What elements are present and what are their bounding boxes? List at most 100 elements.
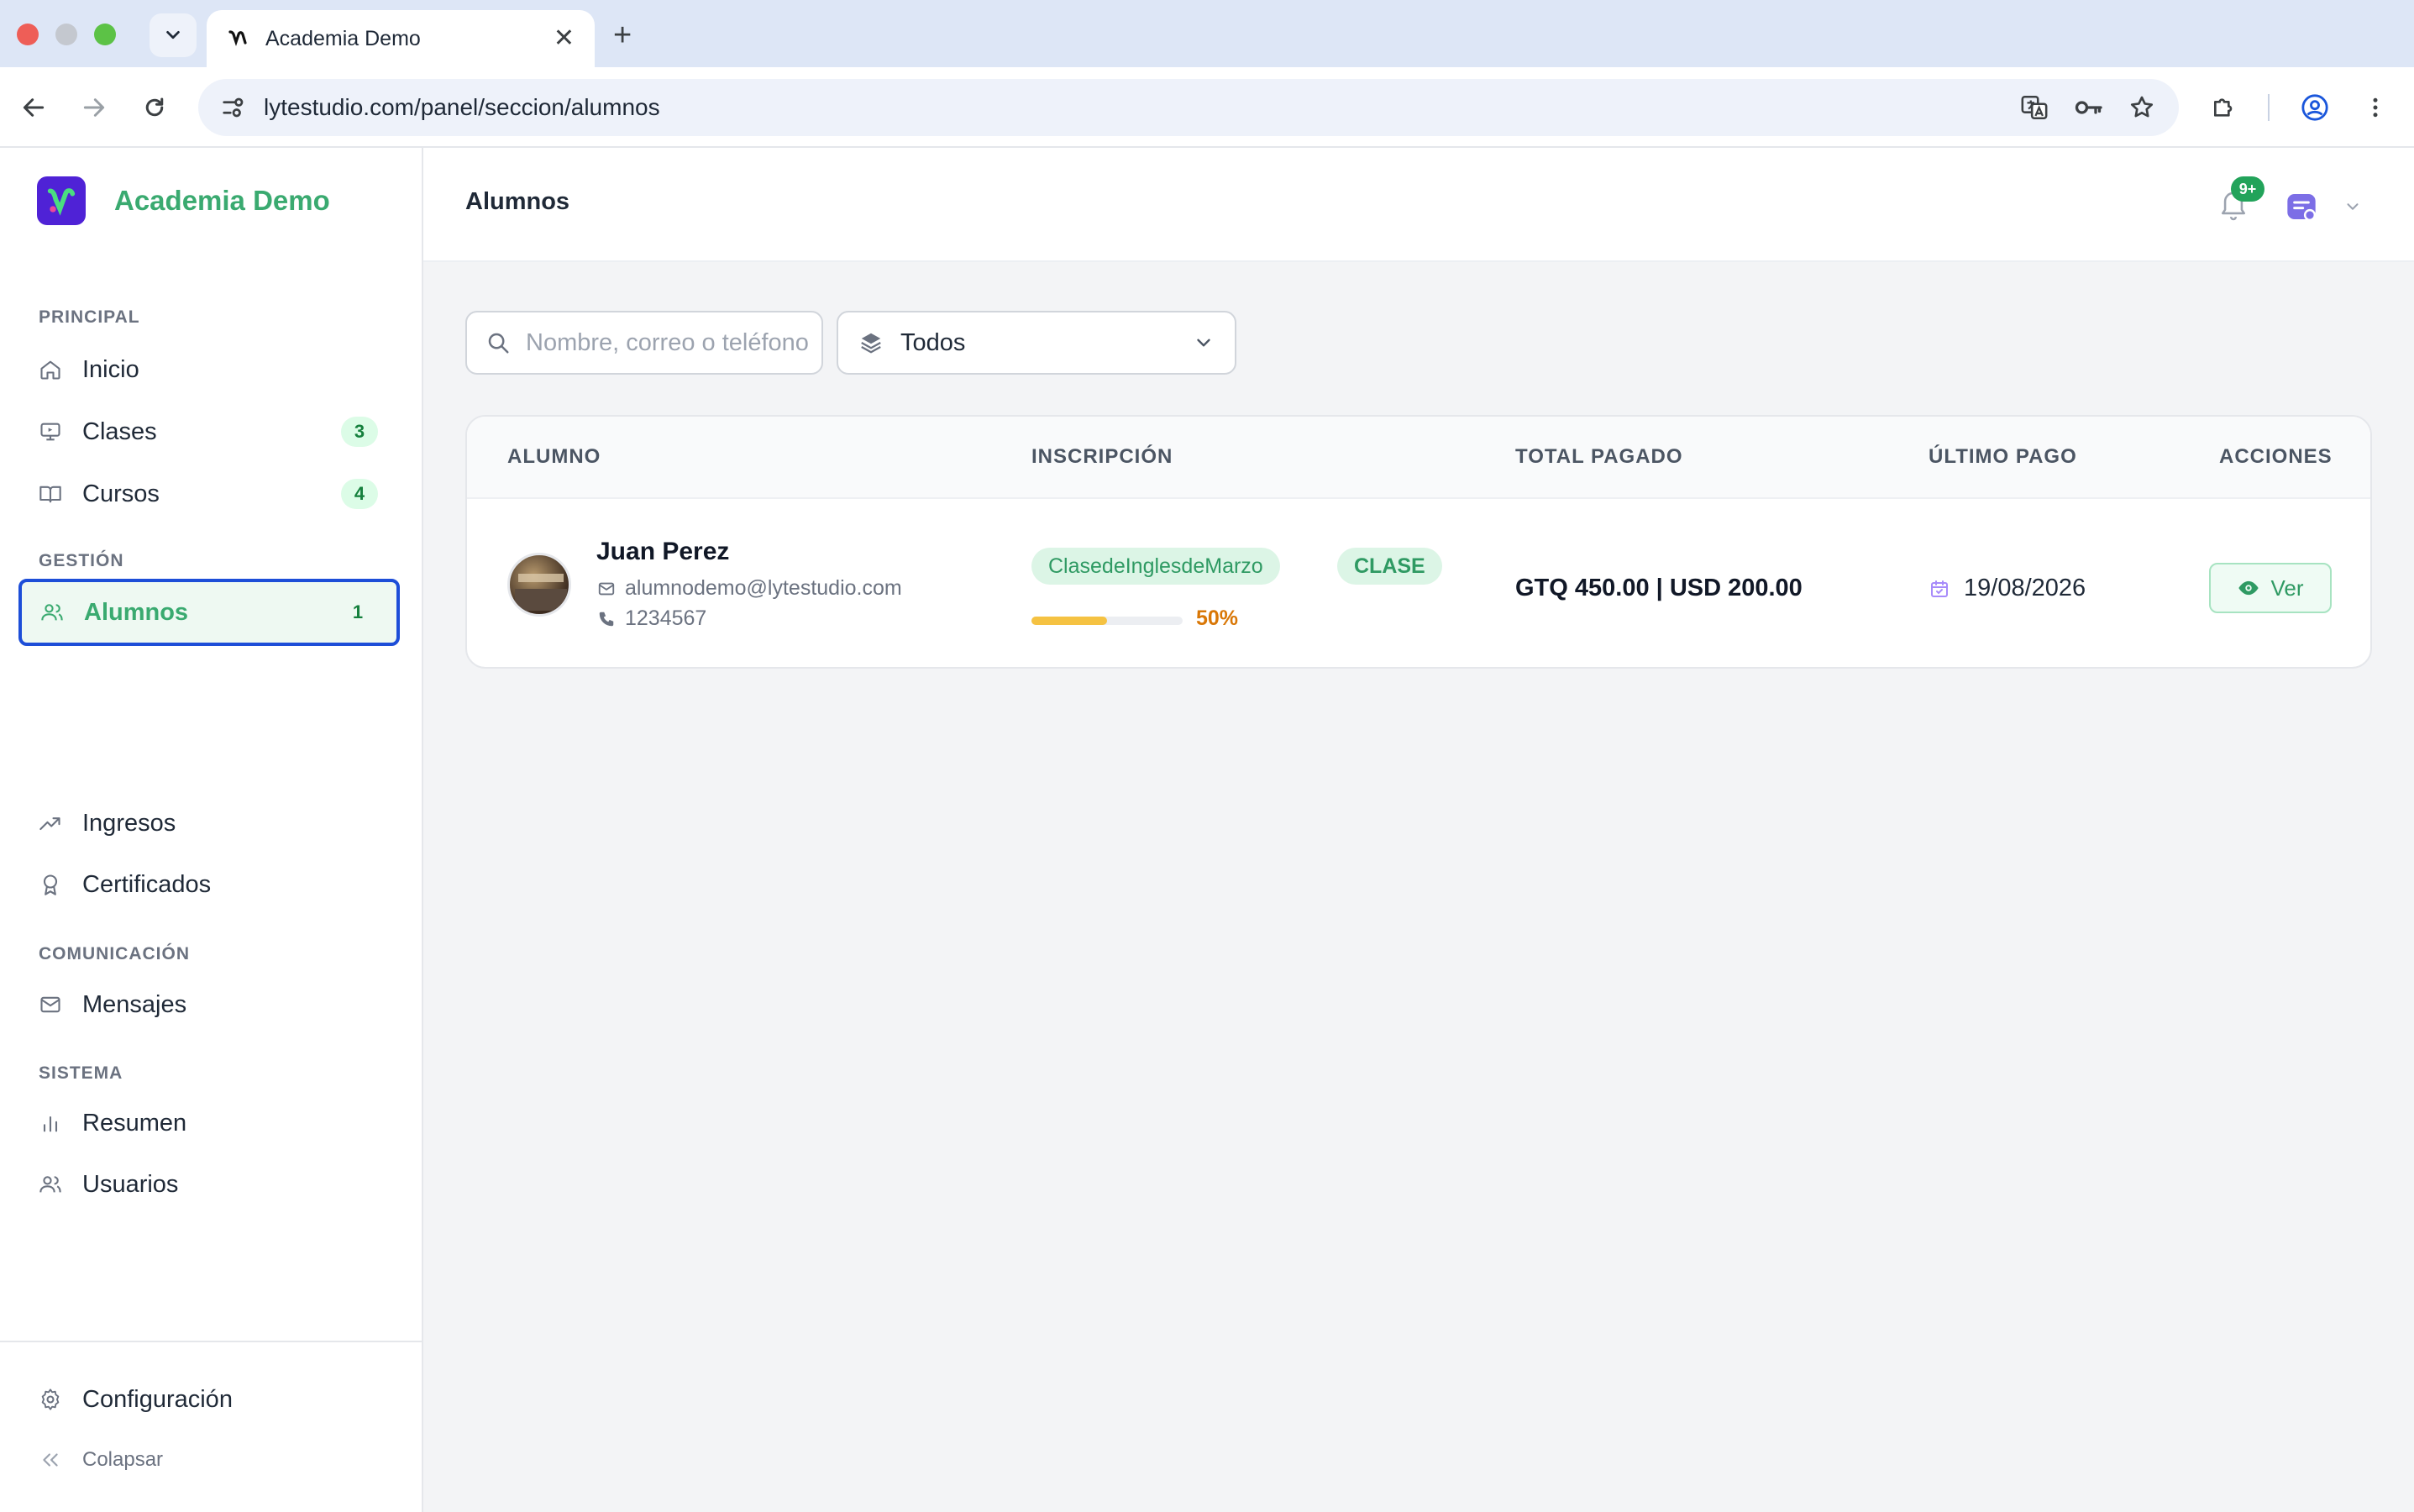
puzzle-icon <box>2214 98 2233 117</box>
chevron-down-icon <box>2347 203 2359 210</box>
sidebar-item-label: Usuarios <box>82 1170 179 1198</box>
close-tab-icon[interactable]: ✕ <box>554 26 575 51</box>
profile-icon <box>2301 94 2328 121</box>
student-name: Juan Perez <box>596 538 730 565</box>
monitor-play-icon <box>37 418 64 445</box>
column-header-inscripcion: INSCRIPCIÓN <box>1031 445 1173 468</box>
translate-icon[interactable] <box>2018 91 2051 124</box>
url-text[interactable]: lytestudio.com/panel/seccion/alumnos <box>264 94 1997 121</box>
chevron-down-icon <box>1197 339 1210 347</box>
sidebar-item-usuarios[interactable]: Usuarios <box>20 1153 398 1215</box>
calendar-check-icon <box>1929 578 1950 600</box>
page-title: Alumnos <box>465 188 570 215</box>
enrollment-chip: ClasedeInglesdeMarzo <box>1031 548 1280 585</box>
column-header-total: TOTAL PAGADO <box>1515 445 1683 468</box>
reload-icon <box>145 97 164 117</box>
reload-button[interactable] <box>138 91 171 124</box>
section-gestion: GESTIÓN <box>39 551 124 570</box>
profile-button[interactable] <box>2298 91 2332 124</box>
search-icon <box>488 333 509 354</box>
student-phone: 1234567 <box>625 606 707 630</box>
sidebar-item-ingresos[interactable]: Ingresos <box>20 792 398 854</box>
search-input[interactable] <box>526 328 811 357</box>
sidebar-item-mensajes[interactable]: Mensajes <box>20 974 398 1036</box>
arrow-right-icon <box>83 98 105 117</box>
top-header: Alumnos 9+ <box>423 148 2414 262</box>
column-header-alumno: ALUMNO <box>507 445 601 468</box>
maximize-window-button[interactable] <box>94 24 116 45</box>
settings-link[interactable]: Configuración <box>20 1368 398 1431</box>
enrollment-type-select[interactable]: Todos <box>837 311 1236 375</box>
chevron-down-icon <box>166 30 180 39</box>
sidebar-item-certificados[interactable]: Certificados <box>20 853 398 916</box>
section-principal: PRINCIPAL <box>39 307 140 327</box>
browser-toolbar: lytestudio.com/panel/seccion/alumnos <box>0 67 2414 148</box>
browser-tab[interactable]: Academia Demo ✕ <box>207 10 595 67</box>
student-email: alumnodemo@lytestudio.com <box>625 576 902 600</box>
notifications-badge: 9+ <box>2231 176 2264 202</box>
back-button[interactable] <box>17 91 50 124</box>
trending-up-icon <box>37 810 64 837</box>
section-comunicacion: COMUNICACIÓN <box>39 944 190 963</box>
gear-icon <box>37 1386 64 1413</box>
column-header-ultimo-pago: ÚLTIMO PAGO <box>1929 445 2077 468</box>
sidebar-item-label: Certificados <box>82 870 212 898</box>
table-row[interactable]: Juan Perez alumnodemo@lytestudio.com 123… <box>467 499 2370 667</box>
sidebar-item-label: Clases <box>82 417 157 445</box>
brand[interactable]: Academia Demo <box>37 176 330 225</box>
phone-icon <box>596 609 617 629</box>
site-favicon-icon <box>227 28 249 50</box>
user-menu-button[interactable] <box>2285 188 2385 225</box>
total-paid: GTQ 450.00 | USD 200.00 <box>1515 575 1803 601</box>
last-payment: 19/08/2026 <box>1929 575 2086 602</box>
count-badge: 3 <box>341 417 378 447</box>
sidebar-item-label: Cursos <box>82 480 160 507</box>
close-window-button[interactable] <box>17 24 39 45</box>
browser-chrome: Academia Demo ✕ + lytestudio.com/panel/s… <box>0 0 2414 148</box>
search-field[interactable] <box>465 311 823 375</box>
minimize-window-button[interactable] <box>55 24 77 45</box>
sidebar-item-cursos[interactable]: Cursos 4 <box>20 463 398 525</box>
view-button-label: Ver <box>2270 575 2304 601</box>
forward-button[interactable] <box>77 91 111 124</box>
sidebar-item-label: Inicio <box>82 355 139 383</box>
browser-menu-button[interactable] <box>2359 91 2392 124</box>
site-settings-icon[interactable] <box>218 92 249 123</box>
password-key-icon[interactable] <box>2071 91 2105 124</box>
layers-icon <box>861 333 881 354</box>
sidebar-item-resumen[interactable]: Resumen <box>20 1092 398 1154</box>
student-email-line: alumnodemo@lytestudio.com <box>596 576 902 601</box>
table-header: ALUMNO INSCRIPCIÓN TOTAL PAGADO ÚLTIMO P… <box>467 417 2370 499</box>
sidebar-item-inicio[interactable]: Inicio <box>20 339 398 401</box>
sidebar: Academia Demo PRINCIPAL Inicio Clases 3 … <box>0 148 423 1512</box>
brand-name: Academia Demo <box>114 185 330 216</box>
mail-icon <box>37 991 64 1018</box>
extensions-button[interactable] <box>2207 91 2241 124</box>
mail-icon <box>596 579 617 599</box>
collapse-sidebar-button[interactable]: Colapsar <box>20 1429 398 1491</box>
count-badge: 4 <box>341 479 378 509</box>
sidebar-item-clases[interactable]: Clases 3 <box>20 401 398 463</box>
users-icon <box>39 599 66 626</box>
section-sistema: SISTEMA <box>39 1063 123 1083</box>
sidebar-item-alumnos[interactable]: Alumnos 1 <box>18 579 400 646</box>
student-phone-line: 1234567 <box>596 606 706 631</box>
progress-percent: 50% <box>1196 606 1239 630</box>
tab-search-button[interactable] <box>150 13 197 57</box>
select-value: Todos <box>900 328 966 356</box>
address-bar[interactable]: lytestudio.com/panel/seccion/alumnos <box>198 79 2179 136</box>
user-avatar-icon <box>2287 194 2317 222</box>
app-logo-icon <box>37 176 86 225</box>
sidebar-divider <box>0 1341 422 1342</box>
bookmark-star-icon[interactable] <box>2125 91 2159 124</box>
bar-chart-icon <box>37 1110 64 1137</box>
chevrons-left-icon <box>37 1446 64 1473</box>
column-header-acciones: ACCIONES <box>2219 445 2333 468</box>
notifications-button[interactable]: 9+ <box>2219 176 2264 222</box>
book-open-icon <box>37 480 64 507</box>
sidebar-item-label: Resumen <box>82 1109 187 1137</box>
view-student-button[interactable]: Ver <box>2209 563 2332 613</box>
new-tab-button[interactable]: + <box>613 17 632 54</box>
toolbar-divider <box>2268 94 2270 121</box>
progress-fill <box>1031 617 1107 625</box>
